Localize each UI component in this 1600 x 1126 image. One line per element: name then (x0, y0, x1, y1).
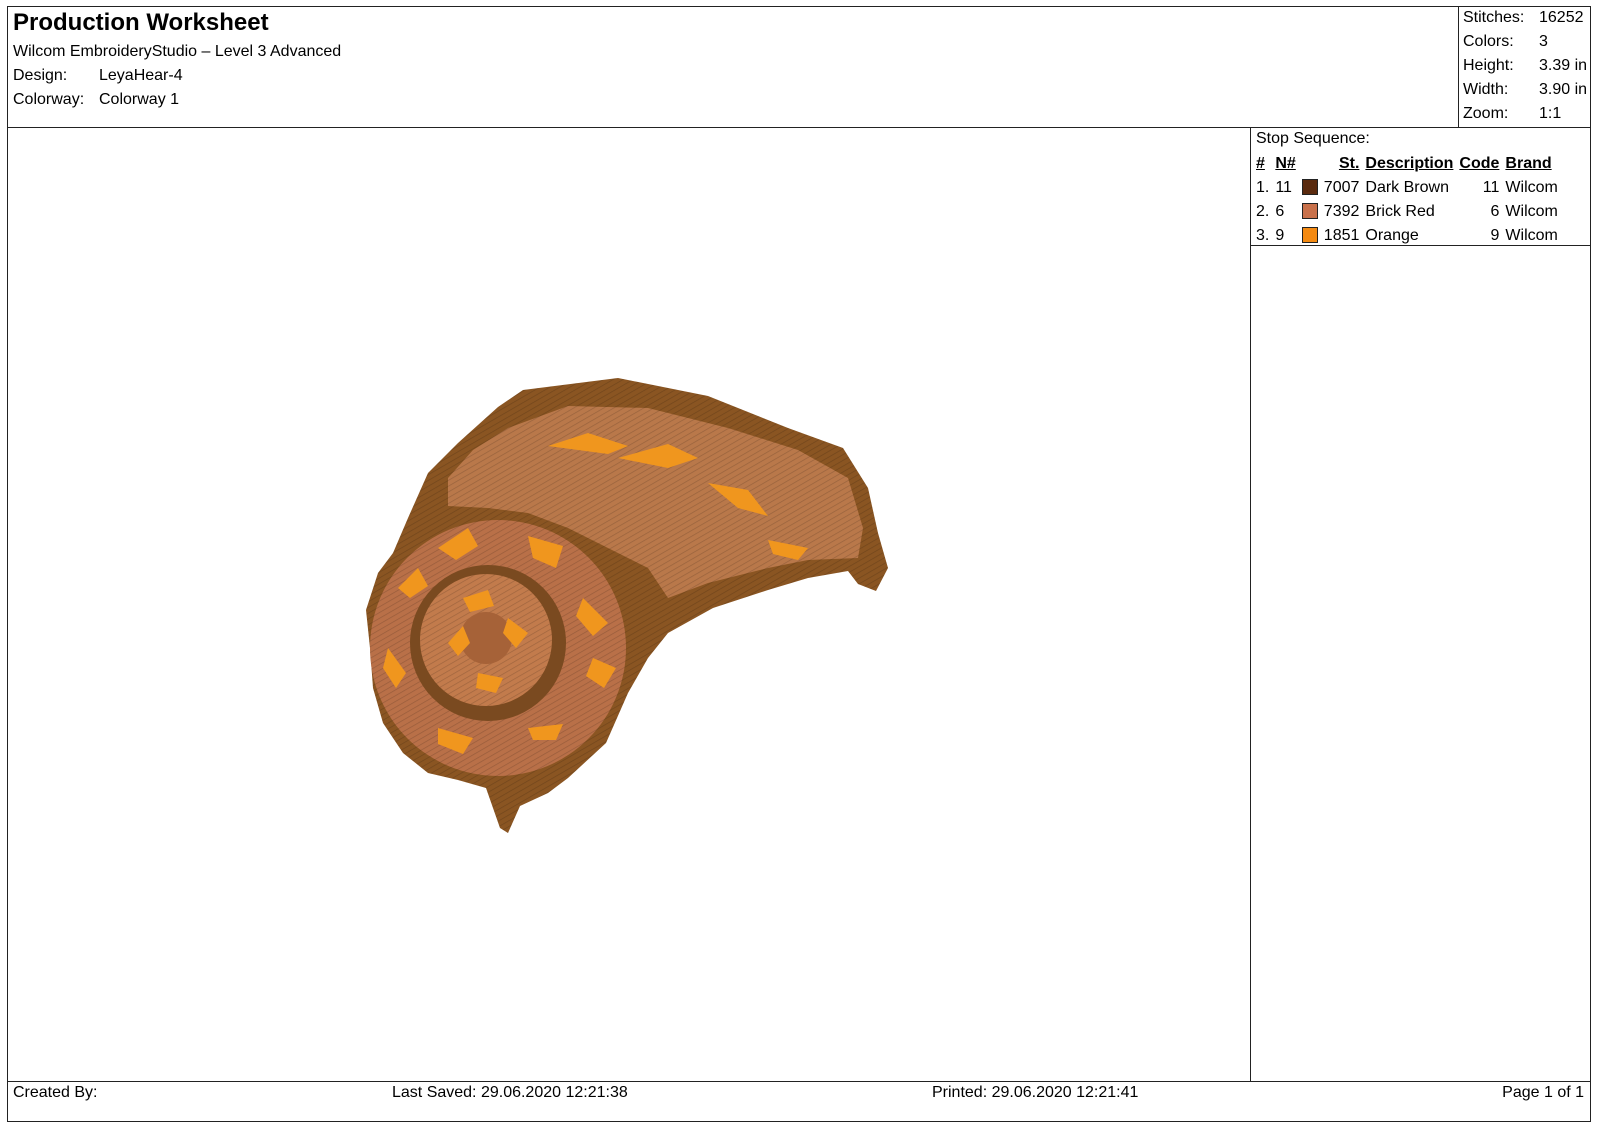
stat-height: Height: 3.39 in (1463, 57, 1587, 75)
stat-label: Colors: (1463, 33, 1514, 50)
row-needle: 9 (1275, 227, 1285, 244)
color-swatch (1299, 224, 1321, 248)
col-needle: N# (1275, 155, 1296, 172)
col-code: Code (1459, 155, 1500, 172)
row-needle: 6 (1275, 203, 1285, 220)
embroidery-shell-image (366, 378, 888, 833)
last-saved: Last Saved: 29.06.2020 12:21:38 (392, 1084, 628, 1101)
stat-value: 3.90 in (1539, 81, 1588, 98)
stat-zoom: Zoom: 1:1 (1463, 105, 1561, 123)
stat-width: Width: 3.90 in (1463, 81, 1587, 99)
stat-value: 1:1 (1539, 105, 1562, 122)
col-stitch: St. (1338, 155, 1360, 172)
stat-value: 16252 (1539, 9, 1584, 26)
col-description: Description (1365, 155, 1454, 172)
design-value: LeyaHear-4 (99, 67, 183, 84)
table-row: 1. 11 7007 Dark Brown 11 Wilcom (1253, 176, 1561, 200)
colorway-label: Colorway: (13, 91, 85, 108)
table-row: 2. 6 7392 Brick Red 6 Wilcom (1253, 200, 1561, 224)
row-code: 6 (1490, 203, 1500, 220)
page-title: Production Worksheet (13, 9, 269, 36)
row-number: 1. (1256, 179, 1270, 196)
colorway-value: Colorway 1 (99, 91, 180, 108)
row-stitch-count: 1851 (1323, 227, 1360, 244)
row-description: Orange (1365, 227, 1419, 244)
row-description: Brick Red (1365, 203, 1435, 220)
design-label: Design: (13, 67, 68, 84)
col-number: # (1256, 155, 1265, 172)
stat-value: 3.39 in (1539, 57, 1588, 74)
colorway-row: Colorway: Colorway 1 (13, 91, 179, 109)
row-number: 2. (1256, 203, 1270, 220)
stat-label: Height: (1463, 57, 1514, 74)
thread-color-swatch (1301, 202, 1318, 219)
row-number: 3. (1256, 227, 1270, 244)
row-description: Dark Brown (1365, 179, 1449, 196)
worksheet-footer: Created By: Last Saved: 29.06.2020 12:21… (8, 1081, 1590, 1121)
worksheet-header: Production Worksheet Wilcom EmbroiderySt… (8, 7, 1590, 128)
row-code: 9 (1490, 227, 1500, 244)
stop-sequence-title: Stop Sequence: (1256, 130, 1370, 147)
design-stats: Stitches: 16252 Colors: 3 Height: 3.39 in W… (1458, 7, 1590, 127)
stat-label: Zoom: (1463, 105, 1509, 122)
worksheet: Production Worksheet Wilcom EmbroiderySt… (7, 6, 1591, 1122)
design-preview (8, 128, 1250, 1081)
color-swatch (1299, 176, 1321, 200)
design-row: Design: LeyaHear-4 (13, 67, 183, 85)
row-brand: Wilcom (1505, 203, 1558, 220)
row-needle: 11 (1275, 179, 1292, 196)
stat-value: 3 (1539, 33, 1548, 50)
thread-color-swatch (1301, 226, 1318, 243)
row-brand: Wilcom (1505, 227, 1558, 244)
stat-label: Stitches: (1463, 9, 1525, 26)
stop-sequence-section: Stop Sequence: # N# St. Description Code… (1251, 128, 1590, 246)
col-brand: Brand (1505, 155, 1552, 172)
table-header-row: # N# St. Description Code Brand (1253, 152, 1561, 176)
stop-sequence-table: # N# St. Description Code Brand 1. 11 7007… (1253, 152, 1561, 248)
stat-colors: Colors: 3 (1463, 33, 1548, 51)
software-name: Wilcom EmbroideryStudio – Level 3 Advanc… (13, 43, 342, 60)
thread-color-swatch (1301, 178, 1318, 195)
created-by: Created By: (13, 1084, 98, 1101)
row-stitch-count: 7392 (1323, 203, 1360, 220)
stat-label: Width: (1463, 81, 1509, 98)
row-code: 11 (1482, 179, 1500, 196)
stat-stitches: Stitches: 16252 (1463, 9, 1584, 27)
sidebar-panel: Stop Sequence: # N# St. Description Code… (1250, 128, 1590, 1081)
table-row: 3. 9 1851 Orange 9 Wilcom (1253, 224, 1561, 248)
color-swatch (1299, 200, 1321, 224)
printed-date: Printed: 29.06.2020 12:21:41 (932, 1084, 1139, 1101)
page-number: Page 1 of 1 (1502, 1084, 1584, 1101)
row-brand: Wilcom (1505, 179, 1558, 196)
row-stitch-count: 7007 (1323, 179, 1360, 196)
